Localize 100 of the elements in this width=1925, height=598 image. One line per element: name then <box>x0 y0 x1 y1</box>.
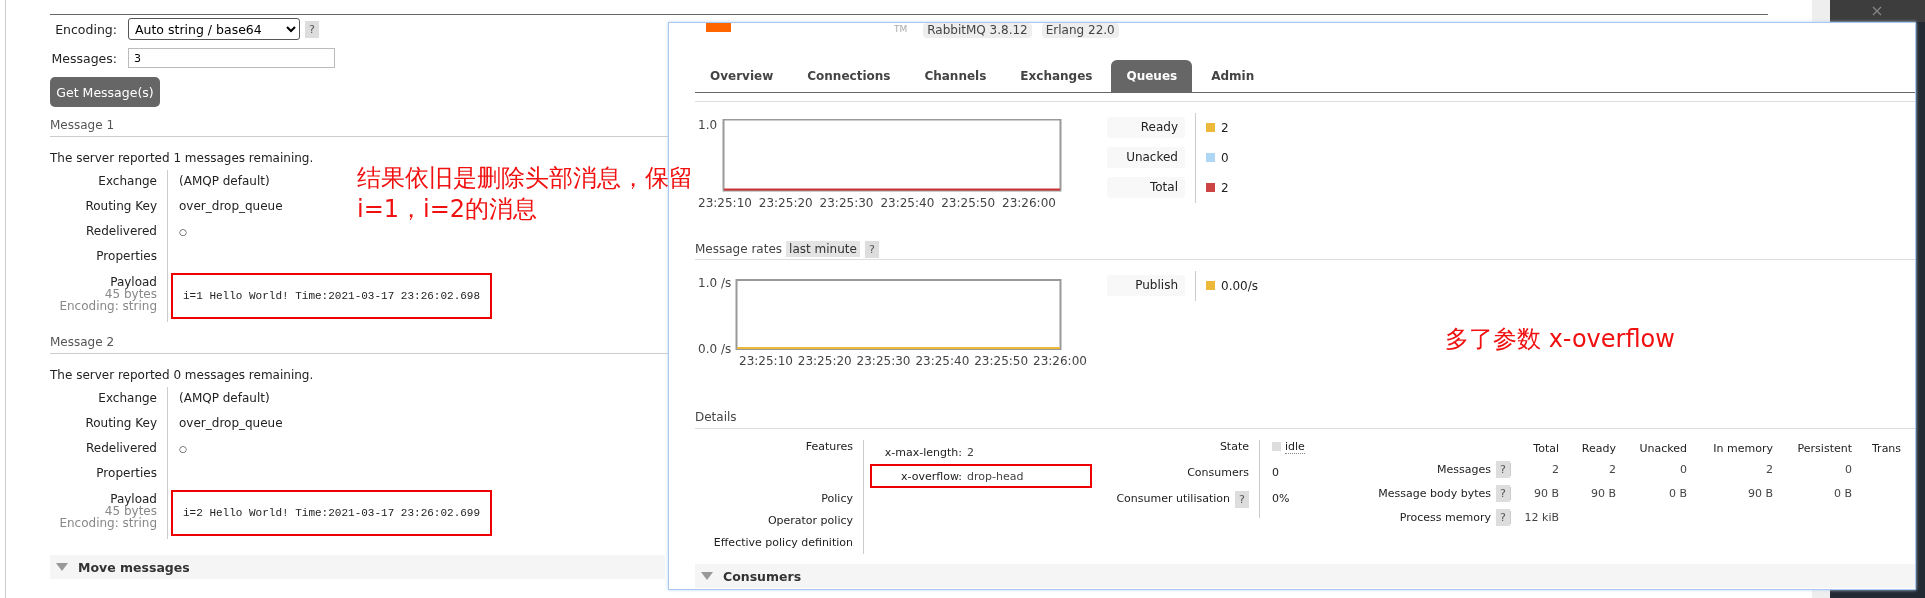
property-value: over_drop_queue <box>179 199 283 213</box>
close-icon[interactable] <box>1872 6 1882 16</box>
row-label: Message body bytes <box>1378 486 1491 500</box>
caret-icon <box>701 572 713 580</box>
axis-tick-label: 23:25:50 <box>941 196 996 210</box>
table-cell: 12 kiB <box>1524 510 1559 524</box>
property-value: ○ <box>179 227 187 237</box>
version-badge: RabbitMQ 3.8.12 <box>923 23 1032 38</box>
column-header: In memory <box>1713 442 1773 455</box>
remaining-text: The server reported 0 messages remaining. <box>50 367 314 383</box>
field-label: Encoding: <box>54 21 117 37</box>
nav-tab[interactable]: Connections <box>792 60 906 92</box>
axis-label: 0.0 /s <box>698 342 732 356</box>
section-heading: Message rates <box>695 242 783 256</box>
legend-value: 0.00/s <box>1221 278 1258 293</box>
axis-tick-label: 23:25:20 <box>758 196 813 210</box>
detail-label: Operator policy <box>767 513 853 529</box>
column-header: Unacked <box>1639 442 1687 455</box>
axis-tick-label: 23:25:40 <box>915 354 970 368</box>
detail-label: Features <box>805 440 853 453</box>
help-button[interactable]: ? <box>1235 491 1249 508</box>
payload-size: 45 bytes <box>104 505 157 517</box>
detail-label: Consumers <box>1187 466 1249 479</box>
messages-input[interactable]: 3 <box>128 48 335 68</box>
row-label: Process memory <box>1399 510 1491 524</box>
annotation-text: 结果依旧是删除头部消息，保留 <box>357 163 693 194</box>
payload-encoding: Encoding: string <box>59 517 157 529</box>
help-button[interactable]: ? <box>864 240 879 258</box>
nav-tab[interactable]: Overview <box>695 60 789 92</box>
axis-tick-label: 23:25:30 <box>819 196 874 210</box>
table-cell: 90 B <box>1590 486 1616 500</box>
property-value: (AMQP default) <box>179 391 270 405</box>
property-label: Payload <box>110 493 157 505</box>
detail-label: Effective policy definition <box>713 535 853 551</box>
property-label: Properties <box>96 249 157 263</box>
detail-label: State <box>1219 440 1249 453</box>
legend-label: Ready <box>1107 117 1185 138</box>
column-header: Trans <box>1872 442 1902 455</box>
help-button[interactable]: ? <box>1496 460 1510 478</box>
table-cell: 0 B <box>1833 486 1852 500</box>
property-label: Redelivered <box>86 441 157 455</box>
annotation-text: i=1，i=2的消息 <box>357 194 539 225</box>
table-cell: 90 B <box>1747 486 1773 500</box>
help-button[interactable]: ? <box>1496 484 1510 502</box>
property-value: over_drop_queue <box>179 416 283 430</box>
row-label: Messages <box>1437 462 1491 476</box>
get-messages-button[interactable]: Get Message(s) <box>50 77 160 107</box>
property-label: Routing Key <box>85 199 157 213</box>
property-value: (AMQP default) <box>179 174 270 188</box>
table-cell: 90 B <box>1533 486 1559 500</box>
detail-label: Policy <box>821 491 853 507</box>
feature-text: x-overflow: drop-head <box>870 464 1092 488</box>
nav-tab[interactable]: Channels <box>909 60 1002 92</box>
table-cell: 0 <box>1680 462 1687 476</box>
property-label: Redelivered <box>86 224 157 238</box>
caret-icon <box>56 563 68 571</box>
axis-tick-label: 23:25:50 <box>974 354 1029 368</box>
property-label: Exchange <box>98 174 157 188</box>
payload-text: i=1 Hello World! Time:2021-03-17 23:26:02.698 <box>171 273 493 319</box>
detail-label: Consumer utilisation <box>1116 492 1230 505</box>
detail-value: 0% <box>1272 492 1290 505</box>
range-button[interactable]: last minute <box>786 241 860 257</box>
nav-tab[interactable]: Admin <box>1196 60 1270 92</box>
axis-tick-label: 23:25:30 <box>856 354 911 368</box>
table-cell: 2 <box>1609 462 1616 476</box>
legend-value: 2 <box>1221 120 1229 135</box>
table-cell: 2 <box>1766 462 1773 476</box>
property-label: Properties <box>96 466 157 480</box>
table-cell: 0 <box>1845 462 1852 476</box>
help-button[interactable]: ? <box>1496 508 1510 526</box>
column-header: Total <box>1533 442 1559 455</box>
property-value: ○ <box>179 444 187 454</box>
nav-tab[interactable]: Queues <box>1111 60 1193 92</box>
state-value: idle <box>1285 440 1305 454</box>
legend-label: Unacked <box>1107 147 1185 168</box>
axis-tick-label: 23:26:00 <box>1033 354 1087 368</box>
section-heading: Details <box>695 410 737 424</box>
consumers-bar[interactable]: Consumers <box>695 564 1915 588</box>
legend-value: 0 <box>1221 150 1229 165</box>
axis-label: 1.0 /s <box>698 277 732 290</box>
nav-tab[interactable]: Exchanges <box>1005 60 1108 92</box>
legend-value: 2 <box>1221 180 1229 195</box>
version-badge: Erlang 22.0 <box>1041 23 1119 38</box>
detail-value: 0 <box>1272 466 1279 479</box>
payload-size: 45 bytes <box>104 288 157 300</box>
trademark-text: TM <box>894 24 908 34</box>
axis-tick-label: 23:25:40 <box>880 196 935 210</box>
property-label: Payload <box>110 276 157 288</box>
column-header: Ready <box>1581 442 1616 455</box>
table-cell: 2 <box>1552 462 1559 476</box>
help-button[interactable]: ? <box>305 20 319 38</box>
field-label: Messages: <box>50 50 117 66</box>
axis-label: 1.0 <box>698 119 718 132</box>
column-header: Persistent <box>1797 442 1852 455</box>
legend-label: Total <box>1107 177 1185 198</box>
table-cell: 0 B <box>1668 486 1687 500</box>
move-messages-bar[interactable]: Move messages <box>50 555 665 579</box>
encoding-select[interactable]: Auto string / base64 <box>128 18 300 40</box>
payload-encoding: Encoding: string <box>59 300 157 312</box>
feature-text: x-max-length: 2 <box>883 444 975 461</box>
